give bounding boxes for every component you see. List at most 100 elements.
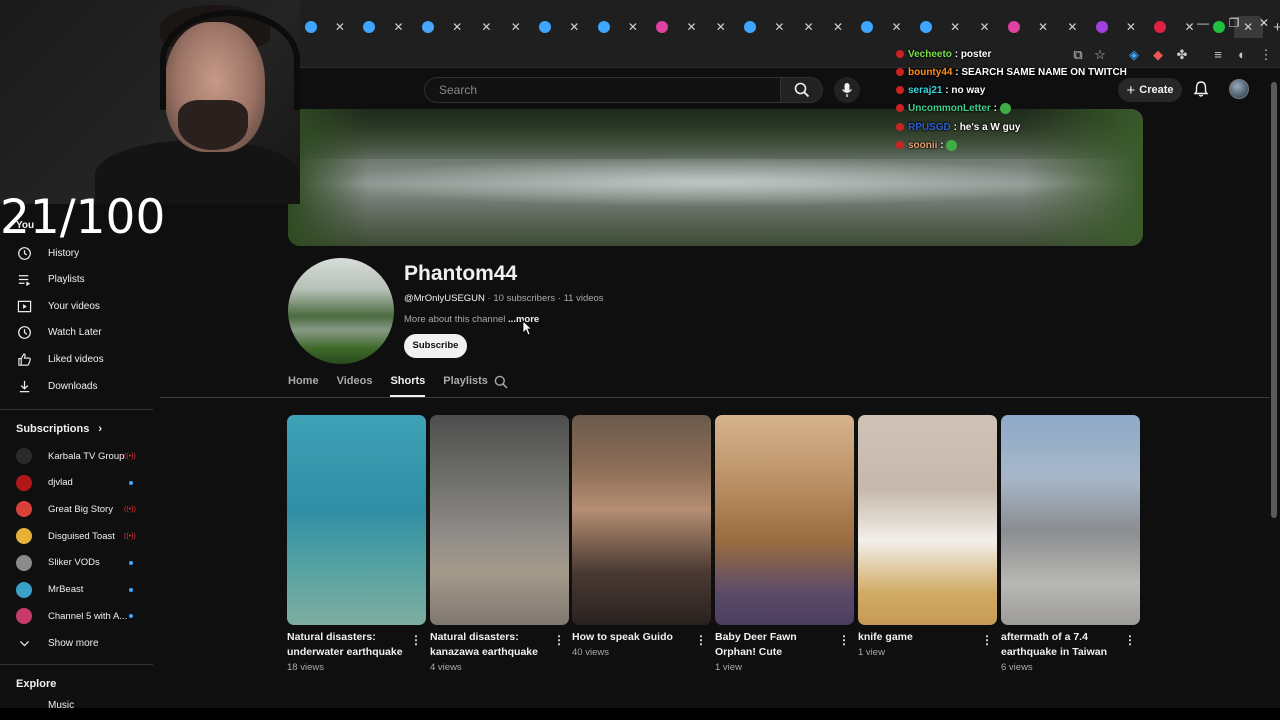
tab-close-icon[interactable]: ✕ (706, 16, 735, 38)
sidebar-item-downloads[interactable]: Downloads (16, 377, 97, 395)
sidebar-item-your-videos[interactable]: Your videos (16, 297, 100, 315)
sidebar-item-history[interactable]: History (16, 244, 79, 262)
tab-favicon-icon (539, 21, 552, 33)
channel-about[interactable]: More about this channel ...more (404, 314, 539, 325)
browser-tab[interactable] (911, 16, 940, 38)
short-thumbnail[interactable] (1001, 415, 1140, 625)
short-menu-icon[interactable]: ⋮ (981, 633, 993, 647)
plus-icon: + (1126, 81, 1136, 99)
tab-close-icon[interactable]: ✕ (677, 16, 706, 38)
search-input[interactable]: Search (424, 77, 781, 103)
short-title[interactable]: Natural disasters: underwater earthquake (287, 630, 407, 660)
extensions-puzzle-icon[interactable]: ✤ (1174, 47, 1190, 63)
short-title[interactable]: aftermath of a 7.4 earthquake in Taiwan (1001, 630, 1121, 660)
short-thumbnail[interactable] (715, 415, 854, 625)
short-title[interactable]: Baby Deer Fawn Orphan! Cute (715, 630, 835, 660)
tab-videos[interactable]: Videos (337, 375, 373, 397)
subscription-item[interactable]: Channel 5 with A... (16, 607, 136, 625)
tab-close-icon[interactable]: ✕ (1058, 16, 1087, 38)
notifications-bell-icon[interactable] (1192, 80, 1210, 98)
subscription-item[interactable]: MrBeast (16, 581, 136, 599)
extension-icon[interactable]: ◈ (1126, 47, 1142, 63)
tab-close-icon[interactable]: ✕ (325, 16, 354, 38)
channel-meta: @MrOnlyUSEGUN · 10 subscribers · 11 vide… (404, 293, 604, 304)
short-menu-icon[interactable]: ⋮ (553, 633, 565, 647)
tab-close-icon[interactable]: ✕ (501, 16, 530, 38)
channel-name: Phantom44 (404, 262, 518, 285)
short-menu-icon[interactable]: ⋮ (838, 633, 850, 647)
subscription-item[interactable]: djvlad (16, 474, 136, 492)
bookmark-star-icon[interactable]: ☆ (1092, 47, 1108, 63)
browser-tab[interactable] (530, 16, 559, 38)
short-title[interactable]: Natural disasters: kanazawa earthquake (430, 630, 550, 660)
tab-close-icon[interactable]: ✕ (970, 16, 999, 38)
reading-list-icon[interactable]: ≡ (1210, 47, 1226, 63)
sidebar-item-watch-later[interactable]: Watch Later (16, 324, 102, 342)
chat-badge-icon (896, 86, 904, 94)
short-thumbnail[interactable] (287, 415, 426, 625)
chat-text: poster (960, 48, 992, 60)
tab-home[interactable]: Home (288, 375, 319, 397)
short-title[interactable]: knife game (858, 630, 978, 645)
browser-tab[interactable] (1087, 16, 1116, 38)
profile-icon[interactable]: ◐ (1234, 47, 1250, 63)
tab-close-icon[interactable]: ✕ (1116, 16, 1145, 38)
tab-close-icon[interactable]: ✕ (618, 16, 647, 38)
minimize-button[interactable]: — (1188, 16, 1218, 30)
tab-close-icon[interactable]: ✕ (823, 16, 852, 38)
tab-close-icon[interactable]: ✕ (882, 16, 911, 38)
tab-close-icon[interactable]: ✕ (941, 16, 970, 38)
short-menu-icon[interactable]: ⋮ (695, 633, 707, 647)
sidebar-item-label: Playlists (48, 274, 85, 286)
browser-tab[interactable] (413, 16, 442, 38)
short-thumbnail[interactable] (572, 415, 711, 625)
browser-tab[interactable] (648, 16, 677, 38)
close-window-button[interactable]: ✕ (1249, 16, 1279, 30)
search-button[interactable] (781, 77, 823, 103)
tab-close-icon[interactable]: ✕ (560, 16, 589, 38)
tab-close-icon[interactable]: ✕ (442, 16, 471, 38)
browser-tab[interactable] (296, 16, 325, 38)
extension-icon[interactable]: ◆ (1150, 47, 1166, 63)
voice-search-button[interactable] (834, 77, 860, 103)
menu-kebab-icon[interactable]: ⋮ (1258, 47, 1274, 63)
tab-close-icon[interactable]: ✕ (384, 16, 413, 38)
subscription-item[interactable]: Sliker VODs (16, 554, 136, 572)
short-thumbnail[interactable] (430, 415, 569, 625)
browser-tab[interactable] (589, 16, 618, 38)
tab-shorts[interactable]: Shorts (390, 375, 426, 397)
tab-close-icon[interactable]: ✕ (472, 16, 501, 38)
tab-close-icon[interactable]: ✕ (1028, 16, 1057, 38)
subscribe-button[interactable]: Subscribe (404, 334, 467, 358)
short-menu-icon[interactable]: ⋮ (1124, 633, 1136, 647)
browser-tab[interactable] (355, 16, 384, 38)
short-title[interactable]: How to speak Guido (572, 630, 692, 645)
chat-badge-icon (896, 123, 904, 131)
subscriptions-heading[interactable]: Subscriptions › (16, 423, 102, 435)
tab-close-icon[interactable]: ✕ (794, 16, 823, 38)
sidebar-item-liked-videos[interactable]: Liked videos (16, 350, 104, 368)
channel-avatar[interactable] (288, 258, 394, 364)
subscription-item[interactable]: Karbala TV Group ((•)) (16, 447, 136, 465)
tab-playlists[interactable]: Playlists (443, 375, 488, 397)
create-button[interactable]: + Create (1118, 78, 1182, 102)
page-scrollbar[interactable] (1271, 82, 1277, 518)
maximize-button[interactable]: ❐ (1219, 16, 1249, 30)
browser-tab[interactable] (735, 16, 764, 38)
short-menu-icon[interactable]: ⋮ (410, 633, 422, 647)
browser-tabs[interactable]: ✕ ✕ ✕ ✕ ✕ ✕ ✕ ✕ ✕ ✕ ✕ ✕ ✕ ✕ ✕ ✕ ✕ ✕ ✕ ✕ + (296, 16, 1280, 38)
show-more-button[interactable]: Show more (16, 634, 99, 652)
tab-close-icon[interactable]: ✕ (765, 16, 794, 38)
install-app-icon[interactable]: ⧉ (1070, 47, 1086, 63)
subscription-item[interactable]: Great Big Story ((•)) (16, 500, 136, 518)
short-thumbnail[interactable] (858, 415, 997, 625)
subscription-item[interactable]: Disguised Toast ((•)) (16, 527, 136, 545)
chat-badge-icon (896, 104, 904, 112)
browser-tab[interactable] (853, 16, 882, 38)
account-avatar[interactable] (1229, 79, 1249, 99)
browser-tab[interactable] (1146, 16, 1175, 38)
sidebar-item-label: History (48, 247, 80, 259)
browser-tab[interactable] (999, 16, 1028, 38)
channel-search-icon[interactable] (494, 375, 508, 389)
sidebar-item-playlists[interactable]: Playlists (16, 271, 85, 289)
